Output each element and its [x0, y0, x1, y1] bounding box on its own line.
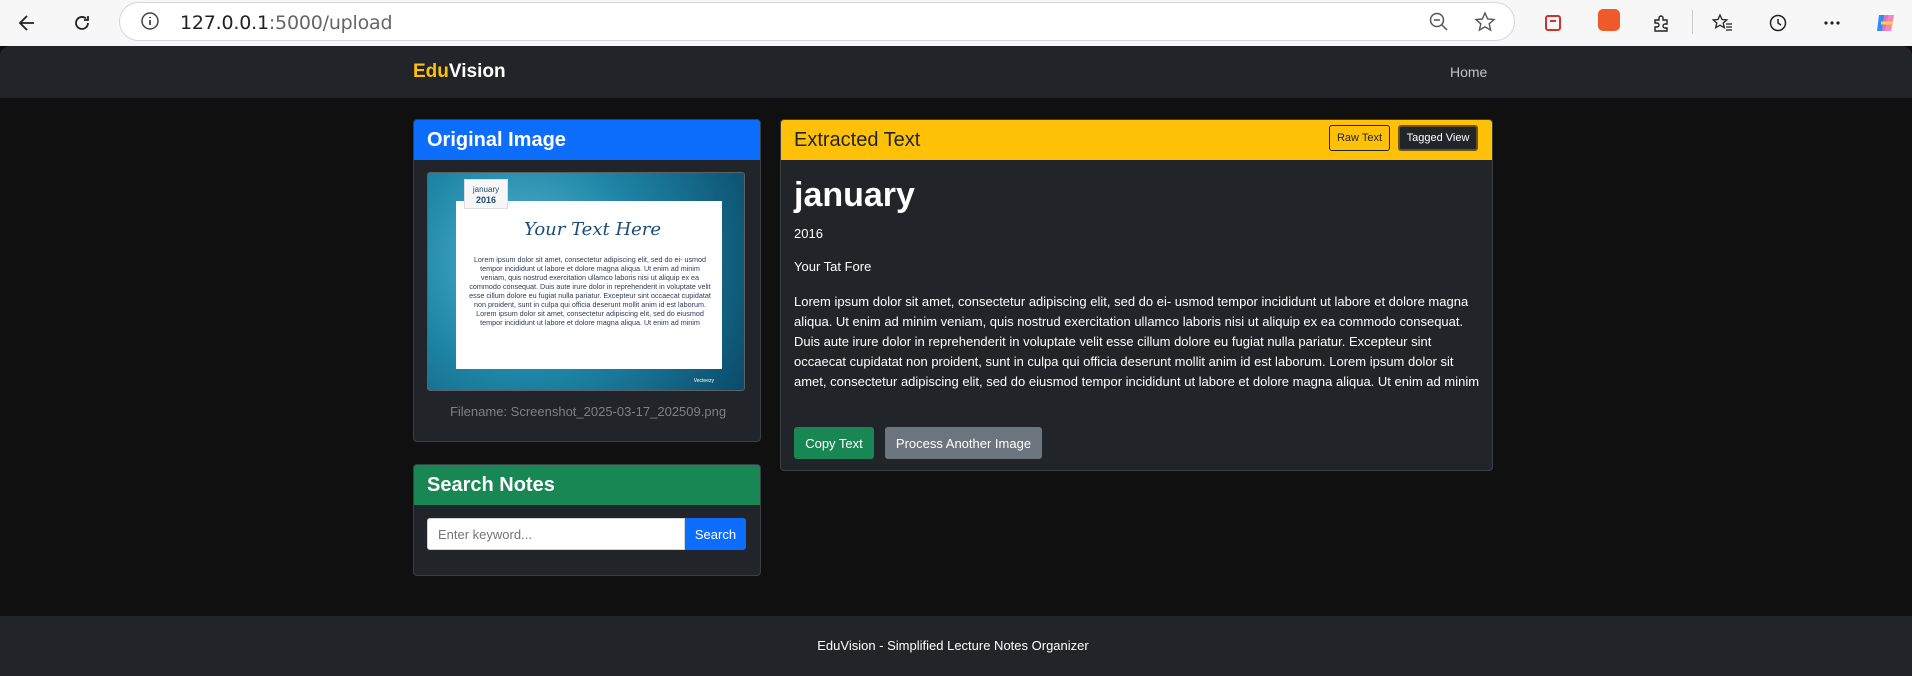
filename-caption: Filename: Screenshot_2025-03-17_202509.p…: [449, 404, 727, 419]
thumbnail-credit: Vecteezy: [693, 378, 714, 384]
back-arrow-icon[interactable]: [13, 9, 41, 37]
thumbnail-body: Lorem ipsum dolor sit amet, consectetur …: [469, 255, 711, 327]
brand-part-edu: Edu: [413, 61, 449, 82]
extracted-body-text: Lorem ipsum dolor sit amet, consectetur …: [794, 294, 1480, 389]
tagged-view-button[interactable]: Tagged View: [1398, 125, 1478, 151]
extracted-year: 2016: [794, 226, 823, 241]
extracted-text-title: Extracted Text: [794, 128, 921, 151]
extracted-text-card: Extracted Text Raw Text Tagged View janu…: [780, 119, 1493, 471]
raw-text-button[interactable]: Raw Text: [1329, 125, 1390, 151]
zoom-out-icon[interactable]: [1428, 11, 1450, 38]
search-input[interactable]: [427, 518, 685, 550]
extracted-heading: january: [794, 176, 915, 214]
search-notes-title: Search Notes: [414, 465, 760, 505]
extracted-subheading: Your Tat Fore: [794, 259, 872, 274]
refresh-icon[interactable]: [68, 9, 96, 37]
address-bar[interactable]: 127.0.0.1:5000/upload: [119, 2, 1515, 41]
copilot-icon[interactable]: [1872, 9, 1900, 37]
navbar: EduVision Home: [0, 46, 1912, 98]
search-button[interactable]: Search: [685, 518, 746, 550]
nav-home-link[interactable]: Home: [1450, 64, 1487, 80]
brand-part-vision: Vision: [448, 61, 506, 82]
favorite-star-icon[interactable]: [1474, 11, 1496, 38]
thumbnail-month: january: [472, 185, 500, 194]
process-another-image-button[interactable]: Process Another Image: [885, 427, 1042, 459]
url-path: :5000/upload: [268, 12, 393, 34]
info-icon[interactable]: [140, 11, 160, 36]
search-notes-card: Search Notes Search: [413, 464, 761, 576]
toolbar-divider: [1692, 10, 1693, 34]
extension-app-icon[interactable]: [1598, 9, 1620, 31]
footer-text: EduVision - Simplified Lecture Notes Org…: [817, 638, 1089, 653]
history-icon[interactable]: [1764, 9, 1792, 37]
thumbnail-headline: Your Text Here: [524, 219, 662, 240]
original-image-title: Original Image: [414, 120, 760, 160]
shield-extension-icon[interactable]: [1539, 9, 1567, 37]
uploaded-image-thumbnail: january 2016 Your Text Here Lorem ipsum d…: [427, 172, 745, 391]
original-image-card: Original Image january 2016 Your Text Her…: [413, 119, 761, 442]
thumbnail-date: january 2016: [464, 179, 508, 209]
url-host: 127.0.0.1: [180, 12, 269, 34]
footer: EduVision - Simplified Lecture Notes Org…: [0, 616, 1912, 676]
favorites-icon[interactable]: [1709, 9, 1737, 37]
thumbnail-year: 2016: [475, 195, 497, 205]
brand-logo[interactable]: EduVision: [413, 61, 506, 83]
page: EduVision Home Original Image january 201…: [0, 46, 1912, 676]
browser-toolbar: 127.0.0.1:5000/upload: [0, 0, 1912, 46]
copy-text-button[interactable]: Copy Text: [794, 427, 874, 459]
url-text[interactable]: 127.0.0.1:5000/upload: [180, 12, 393, 34]
puzzle-extensions-icon[interactable]: [1647, 9, 1675, 37]
more-icon[interactable]: [1818, 9, 1846, 37]
